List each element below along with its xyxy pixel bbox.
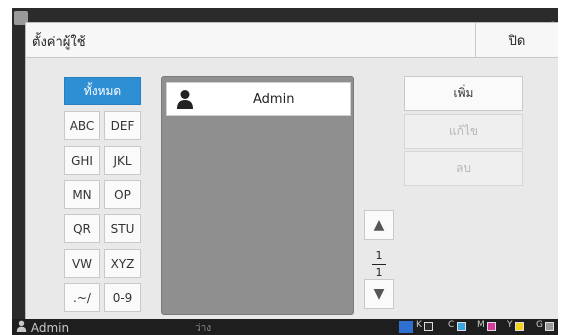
- page-current: 1: [375, 249, 383, 262]
- scroll-down-button[interactable]: ▼: [364, 279, 394, 309]
- page-total: 1: [375, 266, 383, 279]
- status-user-icon: [16, 320, 27, 332]
- ink-y-label: Y: [507, 320, 513, 330]
- triangle-down-icon: ▼: [373, 286, 385, 302]
- filter-abc-button[interactable]: ABC: [64, 111, 100, 140]
- filter-vw-button[interactable]: VW: [64, 249, 100, 278]
- add-button[interactable]: เพิ่ม: [404, 76, 523, 111]
- status-text: ว่าง: [195, 323, 212, 334]
- ink-m-level: [487, 322, 496, 331]
- page-divider: [372, 264, 386, 265]
- user-name: Admin: [253, 92, 295, 107]
- filter-digits-button[interactable]: 0-9: [104, 283, 141, 312]
- user-list[interactable]: Admin: [161, 76, 354, 315]
- status-user-name: Admin: [30, 321, 70, 335]
- dialog-title: ตั้งค่าผู้ใช้: [32, 35, 86, 50]
- device-screen: ก ตั้งค่าผู้ใช้ ปิด ทั้งหมด ABC DEF GHI …: [12, 8, 558, 335]
- toner-icon: [399, 321, 413, 333]
- filter-qr-button[interactable]: QR: [64, 214, 100, 243]
- dialog-header: ตั้งค่าผู้ใช้ ปิด: [26, 23, 558, 58]
- filter-jkl-button[interactable]: JKL: [104, 146, 141, 175]
- status-user: Admin: [16, 320, 69, 335]
- triangle-up-icon: ▲: [373, 217, 385, 233]
- filter-symbols-button[interactable]: .~/: [64, 283, 100, 312]
- scroll-up-button[interactable]: ▲: [364, 210, 394, 240]
- filter-def-button[interactable]: DEF: [104, 111, 141, 140]
- ink-c-level: [457, 322, 466, 331]
- close-button[interactable]: ปิด: [475, 23, 558, 57]
- status-bar: Admin ว่าง K C M Y G: [12, 319, 558, 335]
- filter-op-button[interactable]: OP: [104, 180, 141, 209]
- user-row-admin[interactable]: Admin: [166, 82, 351, 116]
- filter-xyz-button[interactable]: XYZ: [104, 249, 141, 278]
- edit-button[interactable]: แก้ไข: [404, 114, 523, 149]
- ink-m-label: M: [477, 320, 485, 330]
- ink-k-label: K: [416, 320, 422, 330]
- page-indicator: 1 1: [364, 249, 394, 280]
- filter-all-button[interactable]: ทั้งหมด: [64, 77, 141, 105]
- ink-g-label: G: [536, 320, 543, 330]
- filter-mn-button[interactable]: MN: [64, 180, 100, 209]
- filter-stu-button[interactable]: STU: [104, 214, 141, 243]
- ink-k-level: [424, 322, 433, 331]
- delete-button[interactable]: ลบ: [404, 151, 523, 186]
- ink-c-label: C: [448, 320, 455, 330]
- filter-ghi-button[interactable]: GHI: [64, 146, 100, 175]
- user-icon: [177, 90, 193, 109]
- ink-y-level: [515, 322, 524, 331]
- ink-g-level: [545, 322, 554, 331]
- user-settings-dialog: ตั้งค่าผู้ใช้ ปิด ทั้งหมด ABC DEF GHI JK…: [25, 22, 558, 320]
